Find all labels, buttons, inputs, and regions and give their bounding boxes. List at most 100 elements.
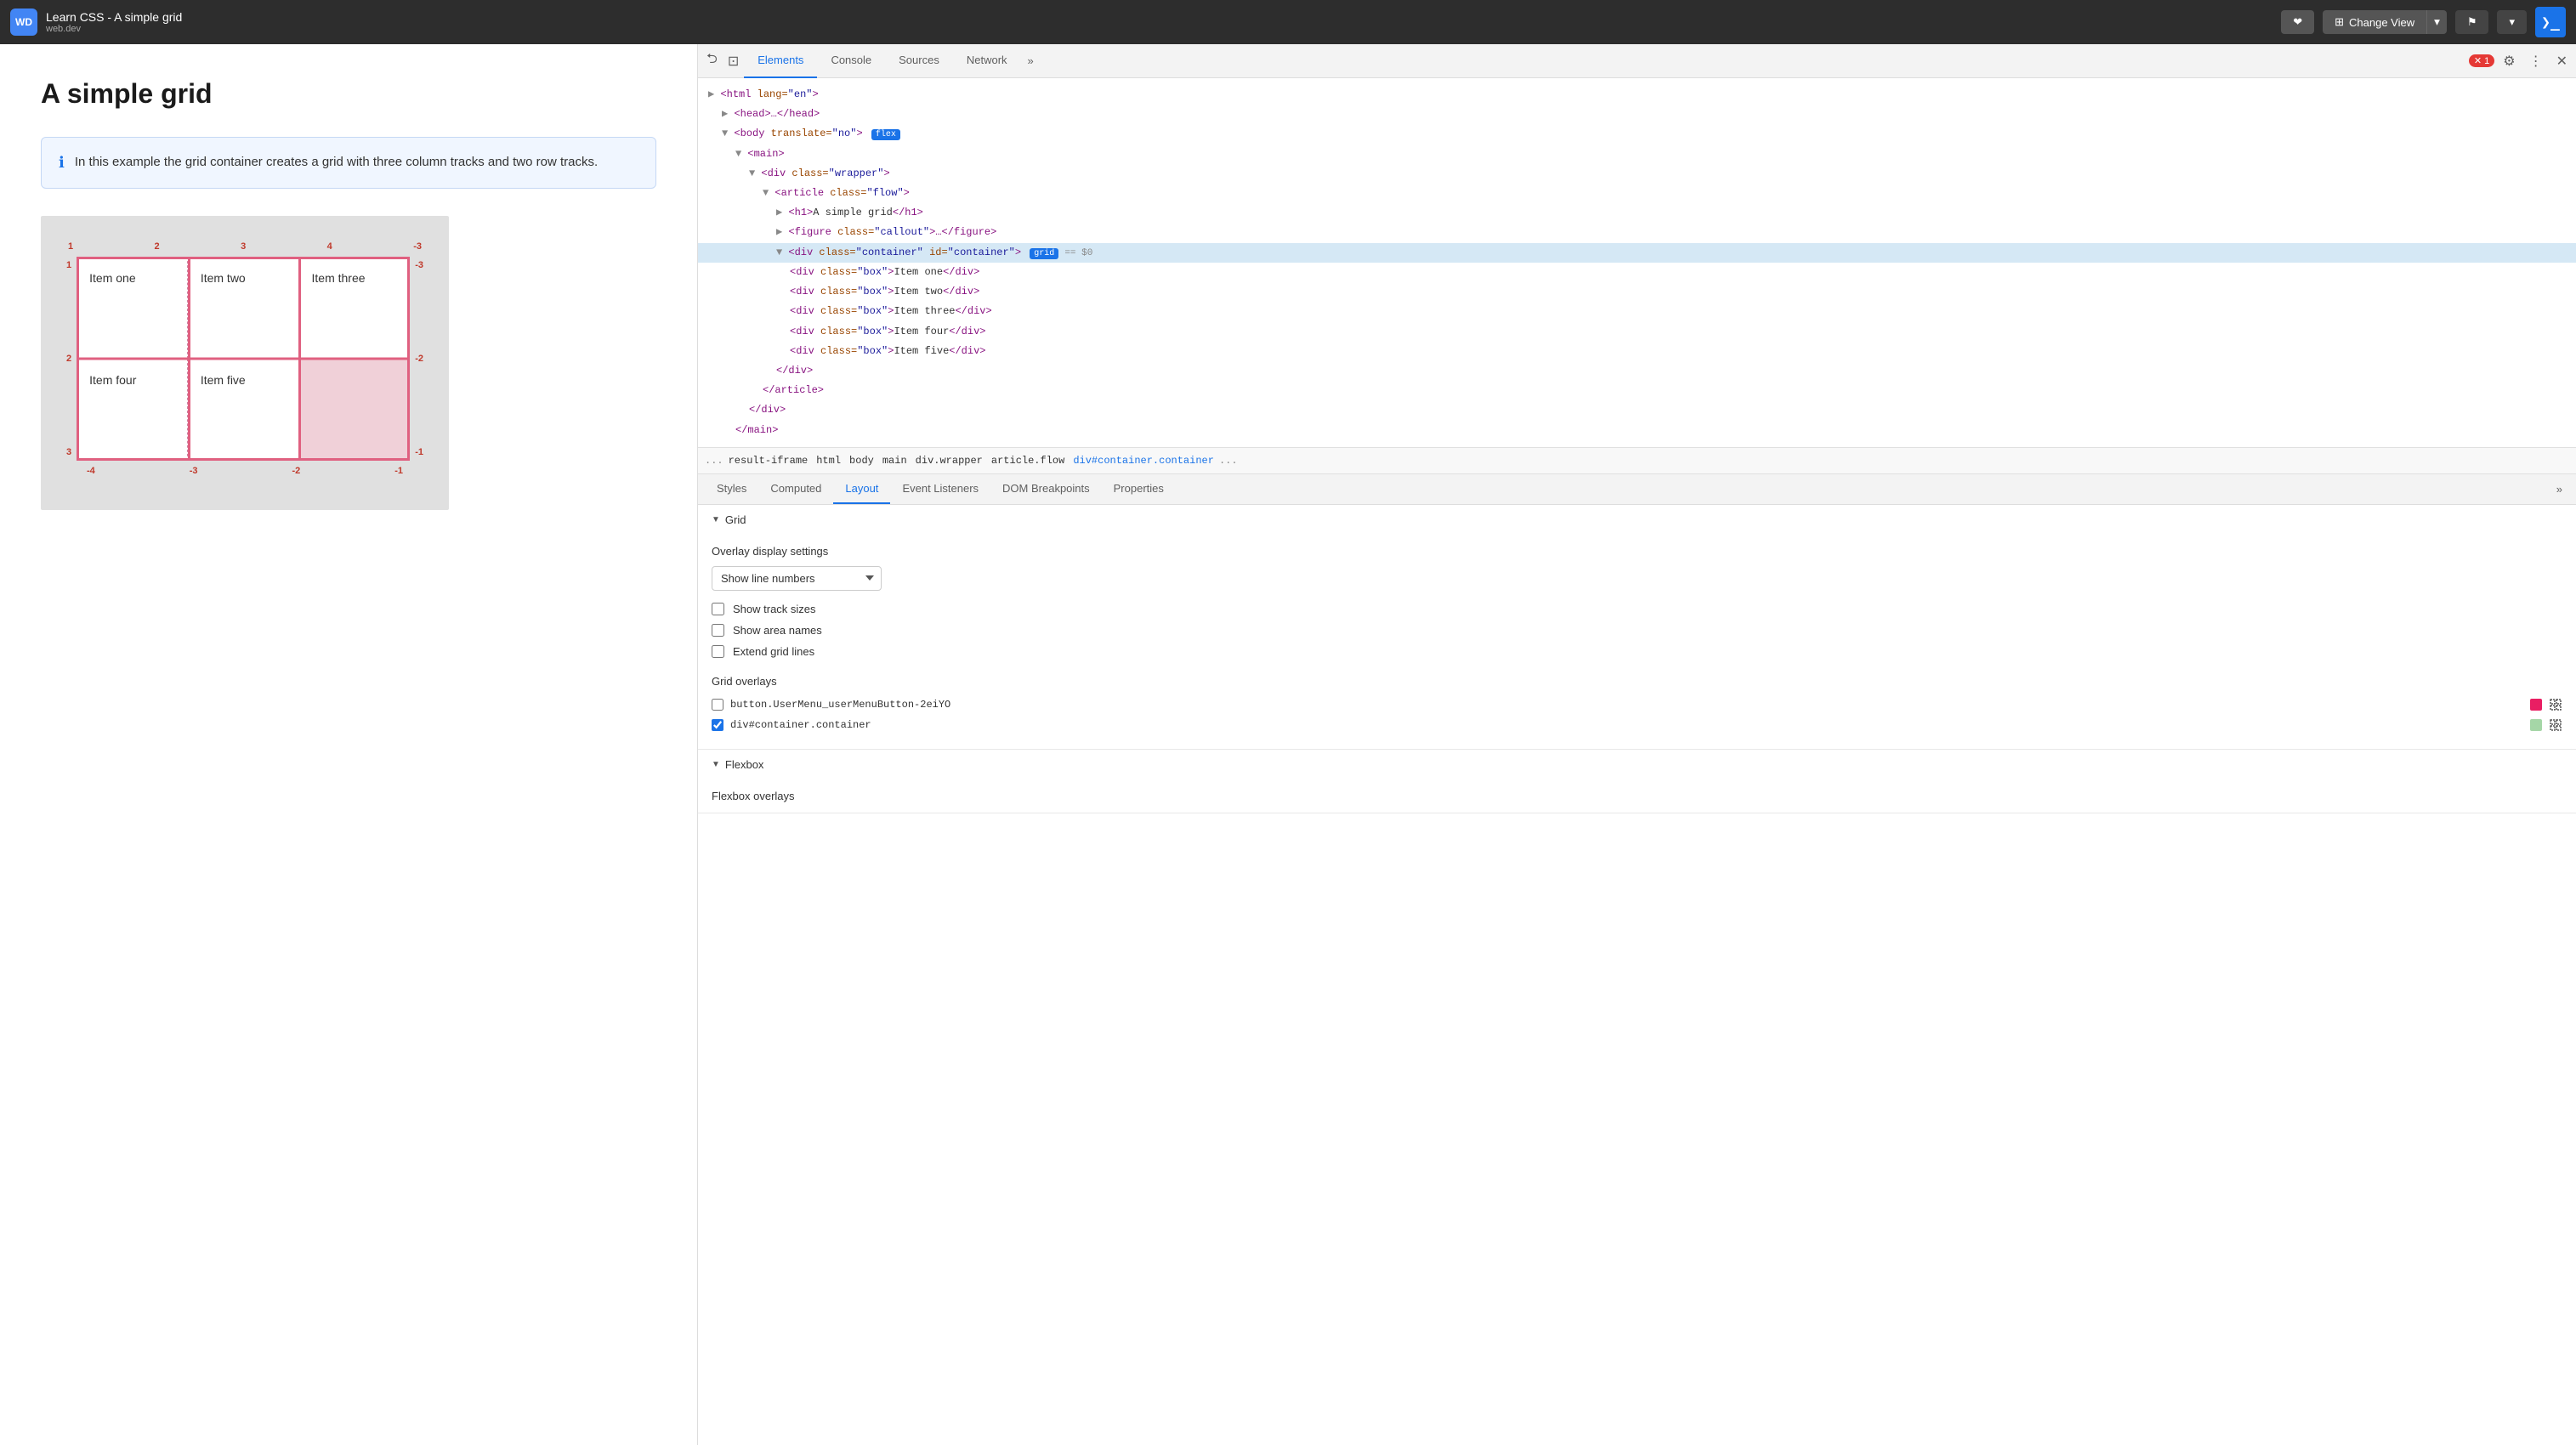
tab-dom-breakpoints[interactable]: DOM Breakpoints xyxy=(990,473,1102,504)
dom-line-selected[interactable]: ▼ <div class="container" id="container">… xyxy=(698,243,2576,264)
terminal-icon: ❯_ xyxy=(2541,14,2560,31)
overlay-grid-icon-1[interactable] xyxy=(2549,698,2562,711)
breadcrumb-main[interactable]: main xyxy=(879,453,911,468)
dom-line[interactable]: ▶ <h1>A simple grid</h1> xyxy=(698,203,2576,223)
layout-panel: ▼ Grid Overlay display settings Show lin… xyxy=(698,505,2576,1445)
info-text: In this example the grid container creat… xyxy=(75,153,598,173)
show-area-names-checkbox[interactable] xyxy=(712,624,724,637)
row-num-neg3: -3 xyxy=(415,260,423,270)
grid-item-empty xyxy=(299,359,411,461)
page-heading: A simple grid xyxy=(41,78,656,110)
show-track-sizes-checkbox[interactable] xyxy=(712,603,724,615)
overlay-checkbox-2[interactable] xyxy=(712,719,723,731)
flexbox-section-header[interactable]: ▼ Flexbox xyxy=(698,750,2576,779)
dom-line[interactable]: <div class="box">Item four</div> xyxy=(698,322,2576,342)
grid-section-header[interactable]: ▼ Grid xyxy=(698,505,2576,535)
breadcrumb-body[interactable]: body xyxy=(846,453,877,468)
breadcrumb-div-container[interactable]: div#container.container xyxy=(1070,453,1217,468)
more-tabs-button[interactable]: » xyxy=(1021,54,1041,67)
dom-line[interactable]: ▶ <html lang="en"> xyxy=(698,85,2576,105)
more-panel-tabs[interactable]: » xyxy=(2550,483,2569,496)
tab-computed[interactable]: Computed xyxy=(758,473,833,504)
grid-container: Item one Item two Item three Item four I… xyxy=(77,257,410,461)
bookmark-button[interactable]: ⚑ xyxy=(2455,10,2489,34)
dom-line[interactable]: ▼ <article class="flow"> xyxy=(698,184,2576,203)
bookmark-icon: ⚑ xyxy=(2467,15,2477,29)
extend-grid-lines-checkbox[interactable] xyxy=(712,645,724,658)
breadcrumb-start-dots[interactable]: ... xyxy=(705,455,723,467)
breadcrumb-end-dots[interactable]: ... xyxy=(1219,455,1238,467)
col-numbers-top: 1 2 3 4 -3 xyxy=(66,241,423,252)
overlay-row-2: div#container.container xyxy=(712,718,2562,732)
settings-button[interactable]: ⚙ xyxy=(2498,48,2520,75)
row-num-3: 3 xyxy=(66,447,71,457)
flexbox-section-arrow: ▼ xyxy=(712,760,720,769)
breadcrumb: ... result-iframe html body main div.wra… xyxy=(698,447,2576,474)
grid-section-body: Overlay display settings Show line numbe… xyxy=(698,535,2576,749)
info-box: ℹ In this example the grid container cre… xyxy=(41,137,656,189)
col-numbers-bottom: -4 -3 -2 -1 xyxy=(85,466,405,476)
close-devtools-button[interactable]: ✕ xyxy=(2551,48,2573,75)
breadcrumb-result-iframe[interactable]: result-iframe xyxy=(725,453,812,468)
dom-line[interactable]: </div> xyxy=(698,400,2576,420)
dropdown-button[interactable]: ▾ xyxy=(2497,10,2527,34)
overlay-label-2: div#container.container xyxy=(730,719,871,731)
row-num-neg2: -2 xyxy=(415,354,423,364)
change-view-button[interactable]: ⊞ Change View xyxy=(2323,10,2426,34)
tab-event-listeners[interactable]: Event Listeners xyxy=(890,473,990,504)
dom-line[interactable]: <div class="box">Item two</div> xyxy=(698,282,2576,302)
row-num-neg1: -1 xyxy=(415,447,423,457)
dom-line[interactable]: ▼ <main> xyxy=(698,144,2576,164)
tab-elements[interactable]: Elements xyxy=(744,44,817,78)
tab-properties[interactable]: Properties xyxy=(1102,473,1176,504)
flexbox-section-label: Flexbox xyxy=(725,758,764,771)
overlay-grid-icon-2[interactable] xyxy=(2549,718,2562,732)
overlay-checkbox-1[interactable] xyxy=(712,699,723,711)
dom-tree: ▶ <html lang="en"> ▶ <head>…</head> ▼ <b… xyxy=(698,78,2576,447)
col-num-bot-neg2: -2 xyxy=(292,466,300,476)
col-num-1: 1 xyxy=(68,241,73,252)
terminal-button[interactable]: ❯_ xyxy=(2535,7,2566,37)
dom-line[interactable]: <div class="box">Item three</div> xyxy=(698,302,2576,321)
show-line-numbers-select[interactable]: Show line numbers Show track sizes Show … xyxy=(712,566,882,591)
tab-network[interactable]: Network xyxy=(953,44,1021,78)
dom-line[interactable]: ▶ <head>…</head> xyxy=(698,105,2576,124)
grid-section: ▼ Grid Overlay display settings Show lin… xyxy=(698,505,2576,750)
flexbox-section-body: Flexbox overlays xyxy=(698,779,2576,813)
grid-item-5: Item five xyxy=(188,359,299,461)
dom-line[interactable]: ▼ <body translate="no"> flex xyxy=(698,124,2576,144)
devtools-actions: ✕ 1 ⚙ ⋮ ✕ xyxy=(2469,48,2573,75)
change-view-dropdown[interactable]: ▾ xyxy=(2426,10,2447,34)
heart-button[interactable]: ❤ xyxy=(2281,10,2314,34)
tab-styles[interactable]: Styles xyxy=(705,473,758,504)
breadcrumb-div-wrapper[interactable]: div.wrapper xyxy=(912,453,986,468)
extend-grid-lines-row: Extend grid lines xyxy=(712,645,2562,658)
dom-line[interactable]: <div class="box">Item one</div> xyxy=(698,263,2576,282)
dom-line[interactable]: </article> xyxy=(698,381,2576,400)
error-badge[interactable]: ✕ 1 xyxy=(2469,54,2494,67)
tab-layout[interactable]: Layout xyxy=(833,473,890,504)
dom-line[interactable]: </div> xyxy=(698,361,2576,381)
overlay-color-2 xyxy=(2530,719,2542,731)
overlay-label-1: button.UserMenu_userMenuButton-2eiYO xyxy=(730,699,950,711)
breadcrumb-html[interactable]: html xyxy=(813,453,844,468)
panel-tabs: Styles Computed Layout Event Listeners D… xyxy=(698,474,2576,505)
grid-overlays-section: Grid overlays button.UserMenu_userMenuBu… xyxy=(712,675,2562,732)
col-num-neg3: -3 xyxy=(413,241,422,252)
dom-line[interactable]: <div class="box">Item five</div> xyxy=(698,342,2576,361)
tab-sources[interactable]: Sources xyxy=(885,44,953,78)
back-forward-button[interactable]: ⮌ xyxy=(701,44,723,77)
dom-line[interactable]: </main> xyxy=(698,421,2576,440)
show-track-sizes-row: Show track sizes xyxy=(712,603,2562,615)
change-view-button-group: ⊞ Change View ▾ xyxy=(2323,10,2447,34)
show-area-names-row: Show area names xyxy=(712,624,2562,637)
breadcrumb-article-flow[interactable]: article.flow xyxy=(988,453,1068,468)
more-options-button[interactable]: ⋮ xyxy=(2524,48,2548,75)
tab-console[interactable]: Console xyxy=(817,44,885,78)
site-icon: WD xyxy=(10,8,37,36)
col-num-4: 4 xyxy=(327,241,332,252)
dom-line[interactable]: ▼ <div class="wrapper"> xyxy=(698,164,2576,184)
dom-line[interactable]: ▶ <figure class="callout">…</figure> xyxy=(698,223,2576,242)
inspect-element-button[interactable]: ⊡ xyxy=(723,48,744,75)
top-bar: WD Learn CSS - A simple grid web.dev ❤ ⊞… xyxy=(0,0,2576,44)
